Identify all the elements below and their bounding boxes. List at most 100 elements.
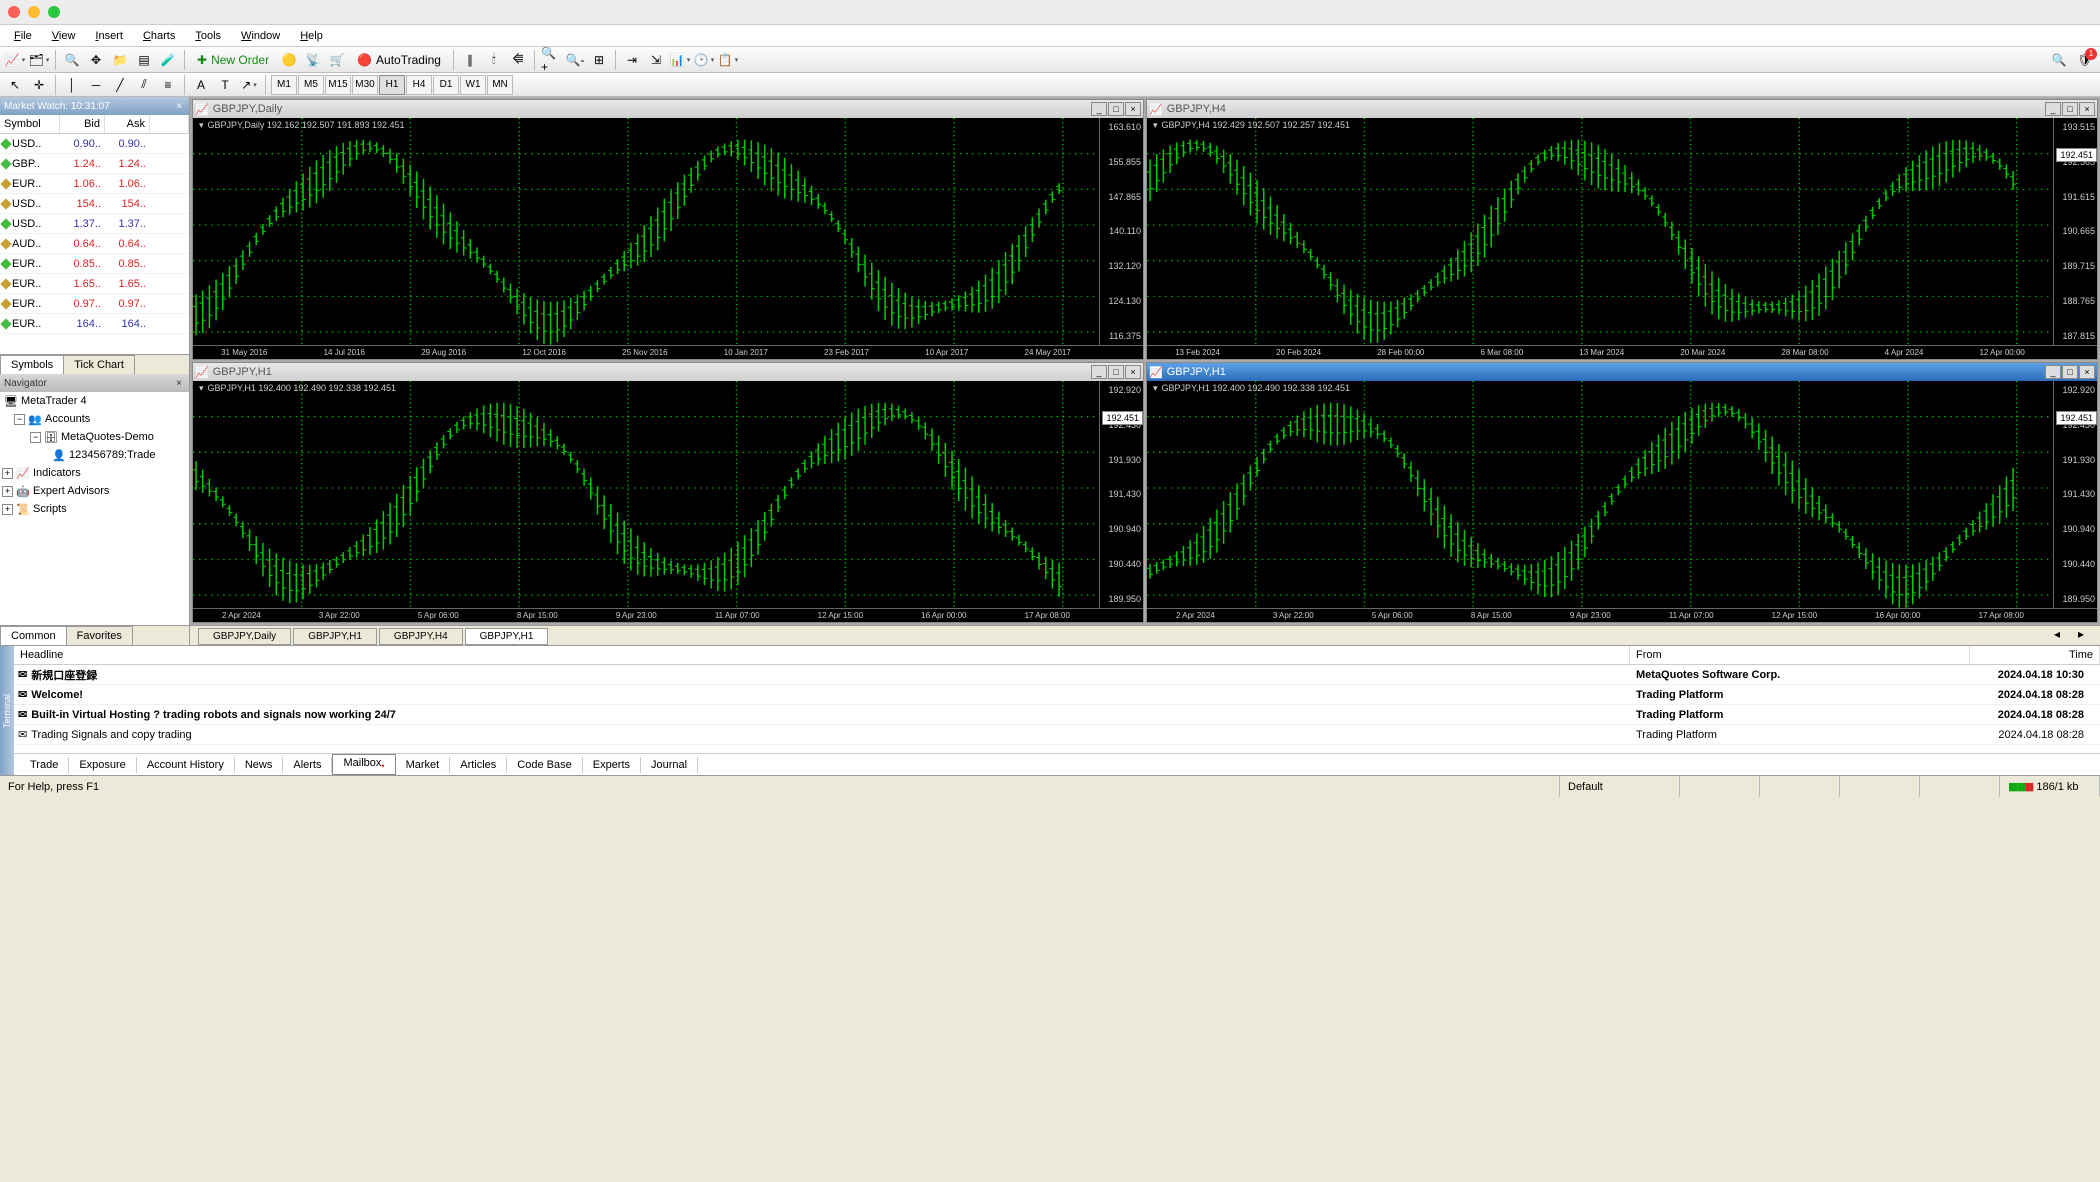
chart-tab[interactable]: GBPJPY,Daily	[198, 628, 291, 645]
chart-canvas[interactable]: ▾GBPJPY,H1 192.400 192.490 192.338 192.4…	[193, 381, 1099, 608]
minimize-icon[interactable]: _	[1091, 102, 1107, 116]
terminal-tab-news[interactable]: News	[235, 757, 284, 773]
arrows-icon[interactable]: ↗▾	[238, 74, 260, 96]
market-icon[interactable]: 🛒	[326, 49, 348, 71]
col-headline[interactable]: Headline	[14, 646, 1630, 664]
close-window-dot[interactable]	[8, 6, 20, 18]
market-watch-row[interactable]: GBP..1.24..1.24..	[0, 154, 189, 174]
navigator-title[interactable]: Navigator ×	[0, 374, 189, 392]
col-from[interactable]: From	[1630, 646, 1970, 664]
mail-row[interactable]: ✉Welcome!Trading Platform2024.04.18 08:2…	[14, 685, 2100, 705]
crosshair-icon[interactable]: ✛	[28, 74, 50, 96]
equidistant-icon[interactable]: ⫽	[133, 74, 155, 96]
data-window-icon[interactable]: ✥	[85, 49, 107, 71]
autotrading-button[interactable]: 🔴 AutoTrading	[350, 49, 448, 71]
market-watch-row[interactable]: EUR..1.06..1.06..	[0, 174, 189, 194]
timeframe-mn[interactable]: MN	[487, 75, 513, 95]
maximize-icon[interactable]: □	[1108, 102, 1124, 116]
chart-tab[interactable]: GBPJPY,H1	[293, 628, 377, 645]
tree-accounts[interactable]: −👥Accounts	[0, 410, 189, 428]
maximize-icon[interactable]: □	[2062, 102, 2078, 116]
mail-row[interactable]: ✉Built-in Virtual Hosting ? trading robo…	[14, 705, 2100, 725]
horizontal-line-icon[interactable]: ─	[85, 74, 107, 96]
menu-charts[interactable]: Charts	[133, 27, 185, 45]
maximize-icon[interactable]: □	[2062, 365, 2078, 379]
terminal-tab-articles[interactable]: Articles	[450, 757, 507, 773]
zoom-in-icon[interactable]: 🔍+	[540, 49, 562, 71]
terminal-toggle-icon[interactable]: ▤	[133, 49, 155, 71]
candlestick-icon[interactable]: 🕯	[483, 49, 505, 71]
chart-titlebar[interactable]: 📈GBPJPY,H4_□×	[1147, 100, 2097, 118]
shift-end-icon[interactable]: ⇥	[621, 49, 643, 71]
zoom-window-dot[interactable]	[48, 6, 60, 18]
cursor-icon[interactable]: ↖	[4, 74, 26, 96]
menu-file[interactable]: File	[4, 27, 42, 45]
timeframe-h4[interactable]: H4	[406, 75, 432, 95]
indicators-icon[interactable]: 📊▾	[669, 49, 691, 71]
tab-symbols[interactable]: Symbols	[0, 355, 64, 374]
tree-root[interactable]: 🖥MetaTrader 4	[0, 392, 189, 410]
market-watch-row[interactable]: EUR..164..164..	[0, 314, 189, 334]
timeframe-d1[interactable]: D1	[433, 75, 459, 95]
tree-account-user[interactable]: 👤123456789:Trade	[0, 446, 189, 464]
vertical-line-icon[interactable]: │	[61, 74, 83, 96]
maximize-icon[interactable]: □	[1108, 365, 1124, 379]
tab-favorites[interactable]: Favorites	[66, 626, 133, 645]
market-watch-row[interactable]: USD..154..154..	[0, 194, 189, 214]
minimize-icon[interactable]: _	[1091, 365, 1107, 379]
chart-window[interactable]: 📈GBPJPY,H1_□×▾GBPJPY,H1 192.400 192.490 …	[192, 362, 1144, 623]
market-watch-row[interactable]: EUR..0.85..0.85..	[0, 254, 189, 274]
chart-canvas[interactable]: ▾GBPJPY,H4 192.429 192.507 192.257 192.4…	[1147, 118, 2053, 345]
terminal-tab-market[interactable]: Market	[396, 757, 451, 773]
timeframe-m1[interactable]: M1	[271, 75, 297, 95]
market-watch-body[interactable]: USD..0.90..0.90..GBP..1.24..1.24..EUR..1…	[0, 134, 189, 354]
notifications-icon[interactable]: 🛡1	[2074, 49, 2096, 71]
tree-experts[interactable]: +🤖Expert Advisors	[0, 482, 189, 500]
chart-tab[interactable]: GBPJPY,H4	[379, 628, 463, 645]
terminal-side-label[interactable]: Terminal	[0, 646, 14, 775]
mail-row[interactable]: ✉新規口座登録MetaQuotes Software Corp.2024.04.…	[14, 665, 2100, 685]
menu-help[interactable]: Help	[290, 27, 333, 45]
timeframe-h1[interactable]: H1	[379, 75, 405, 95]
terminal-tab-journal[interactable]: Journal	[641, 757, 698, 773]
chart-titlebar[interactable]: 📈GBPJPY,H1_□×	[1147, 363, 2097, 381]
market-watch-row[interactable]: AUD..0.64..0.64..	[0, 234, 189, 254]
market-watch-title[interactable]: Market Watch: 10:31:07 ×	[0, 97, 189, 115]
terminal-tab-account-history[interactable]: Account History	[137, 757, 235, 773]
navigator-body[interactable]: 🖥MetaTrader 4 −👥Accounts −🗄MetaQuotes-De…	[0, 392, 189, 625]
col-time[interactable]: Time	[1970, 646, 2100, 664]
search-icon[interactable]: 🔍	[2048, 49, 2070, 71]
bar-chart-icon[interactable]: ∥	[459, 49, 481, 71]
status-connection[interactable]: ▮▮▮▮▮▮ 186/1 kb	[2000, 776, 2100, 797]
mail-row[interactable]: ✉Trading Signals and copy tradingTrading…	[14, 725, 2100, 745]
close-icon[interactable]: ×	[2079, 365, 2095, 379]
status-profile[interactable]: Default	[1560, 776, 1680, 797]
chart-tab[interactable]: GBPJPY,H1	[465, 628, 549, 645]
strategy-tester-icon[interactable]: 🧪	[157, 49, 179, 71]
tree-scripts[interactable]: +📜Scripts	[0, 500, 189, 518]
minimize-window-dot[interactable]	[28, 6, 40, 18]
chart-titlebar[interactable]: 📈GBPJPY,H1_□×	[193, 363, 1143, 381]
menu-window[interactable]: Window	[231, 27, 290, 45]
tab-tick-chart[interactable]: Tick Chart	[63, 355, 135, 374]
terminal-tab-exposure[interactable]: Exposure	[69, 757, 136, 773]
periodicity-icon[interactable]: 🕑▾	[693, 49, 715, 71]
minimize-icon[interactable]: _	[2045, 102, 2061, 116]
templates-icon[interactable]: 📋▾	[717, 49, 739, 71]
terminal-tab-experts[interactable]: Experts	[583, 757, 641, 773]
metaquotes-icon[interactable]: 🟡	[278, 49, 300, 71]
tab-common[interactable]: Common	[0, 626, 67, 645]
terminal-tab-trade[interactable]: Trade	[20, 757, 69, 773]
tree-indicators[interactable]: +📈Indicators	[0, 464, 189, 482]
chart-canvas[interactable]: ▾GBPJPY,H1 192.400 192.490 192.338 192.4…	[1147, 381, 2053, 608]
market-watch-row[interactable]: EUR..0.97..0.97..	[0, 294, 189, 314]
menu-tools[interactable]: Tools	[185, 27, 231, 45]
menu-view[interactable]: View	[42, 27, 86, 45]
zoom-out-icon[interactable]: 🔍-	[564, 49, 586, 71]
trendline-icon[interactable]: ╱	[109, 74, 131, 96]
text-icon[interactable]: T	[214, 74, 236, 96]
close-icon[interactable]: ×	[173, 101, 185, 112]
timeframe-w1[interactable]: W1	[460, 75, 486, 95]
close-icon[interactable]: ×	[2079, 102, 2095, 116]
text-label-icon[interactable]: A	[190, 74, 212, 96]
